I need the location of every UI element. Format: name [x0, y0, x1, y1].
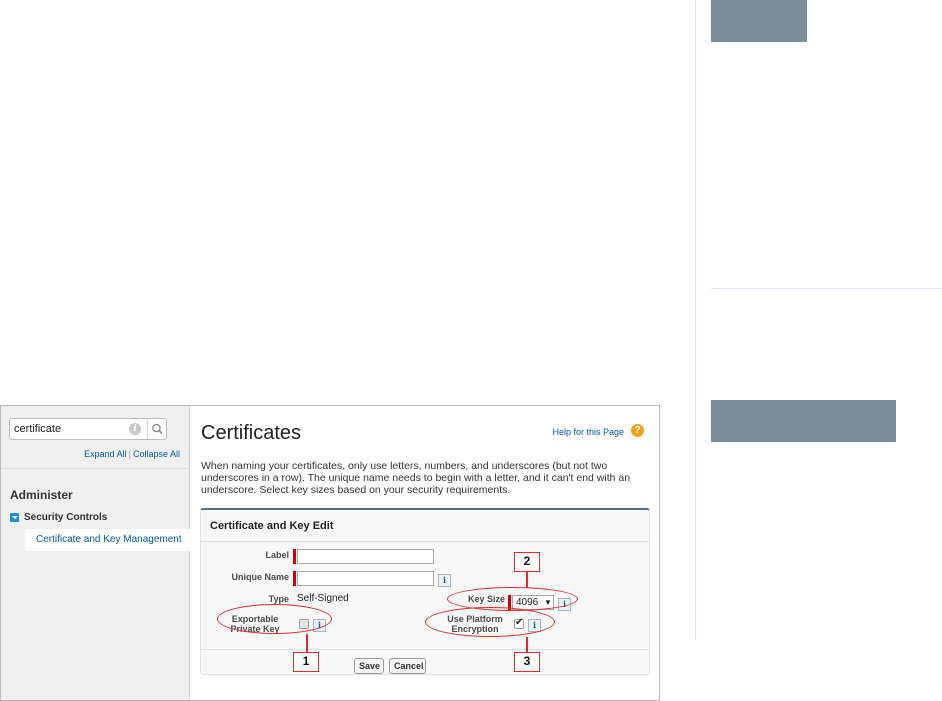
collapse-all-link[interactable]: Collapse All	[133, 449, 180, 459]
sidebar-group-security-controls[interactable]: Security Controls	[10, 512, 107, 523]
help-for-page-link[interactable]: Help for this Page	[552, 427, 624, 437]
panel-divider	[201, 541, 649, 542]
callout-leader-line	[306, 634, 308, 654]
save-button[interactable]: Save	[354, 658, 384, 674]
decorative-block	[711, 400, 896, 442]
callout-number: 3	[514, 652, 540, 672]
highlight-oval	[425, 607, 555, 637]
panel-footer-divider	[201, 649, 649, 650]
divider	[147, 419, 148, 439]
decorative-block	[711, 0, 807, 42]
divider-horizontal	[711, 288, 942, 289]
help-icon[interactable]: ?	[631, 424, 644, 437]
page-title: Certificates	[201, 422, 302, 444]
highlight-oval	[217, 604, 332, 634]
unique-name-field-label: Unique Name	[231, 572, 289, 582]
label-input[interactable]	[297, 549, 434, 564]
quick-find-box: i	[9, 418, 167, 440]
unique-name-input[interactable]	[297, 571, 434, 586]
callout-number: 2	[514, 552, 540, 572]
main-content: Certificates Help for this Page ? When n…	[190, 406, 659, 700]
certificate-key-edit-panel: Certificate and Key Edit Label Unique Na…	[200, 508, 650, 675]
setup-sidebar: i Expand All|Collapse All Administer Sec…	[1, 406, 191, 700]
expand-all-link[interactable]: Expand All	[84, 449, 127, 459]
callout-number: 1	[293, 652, 319, 672]
intro-text: When naming your certificates, only use …	[201, 460, 631, 496]
quick-find-input[interactable]	[14, 422, 126, 436]
sidebar-divider	[1, 468, 190, 469]
callout-leader-line	[526, 571, 528, 588]
setup-screenshot: i Expand All|Collapse All Administer Sec…	[0, 405, 660, 701]
required-indicator	[293, 549, 296, 564]
required-indicator	[293, 571, 296, 586]
type-value: Self-Signed	[297, 593, 349, 604]
collapse-toggle-icon[interactable]	[10, 513, 19, 522]
callout-leader-line	[526, 637, 528, 653]
sidebar-section-title: Administer	[10, 488, 73, 502]
info-icon[interactable]: i	[129, 423, 141, 435]
expand-collapse-row: Expand All | Collapse All	[84, 449, 180, 459]
info-icon[interactable]: i	[438, 574, 451, 587]
type-field-label: Type	[268, 594, 289, 604]
panel-title: Certificate and Key Edit	[210, 520, 334, 532]
sidebar-item-certificate-key-management[interactable]: Certificate and Key Management	[25, 529, 191, 551]
search-icon[interactable]	[149, 419, 166, 439]
sidebar-group-label: Security Controls	[24, 512, 108, 523]
label-field-label: Label	[265, 550, 289, 560]
cancel-button[interactable]: Cancel	[389, 658, 426, 674]
divider-vertical	[695, 0, 696, 640]
